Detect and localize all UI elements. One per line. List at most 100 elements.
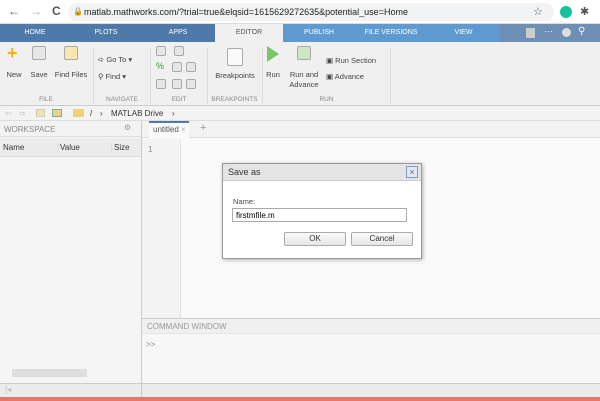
- up-folder-icon[interactable]: [36, 109, 45, 117]
- decrease-indent-icon[interactable]: [186, 79, 196, 89]
- run-advance-label: Run and Advance: [289, 70, 319, 89]
- save-quick-icon[interactable]: [526, 28, 535, 38]
- browse-folder-icon[interactable]: [52, 109, 62, 117]
- goto-button[interactable]: ➪ Go To ▾: [98, 55, 132, 64]
- column-size[interactable]: Size: [111, 143, 130, 152]
- name-label: Name:: [233, 197, 256, 206]
- browser-toolbar: ← → C 🔒 matlab.mathworks.com/?trial=true&…: [0, 0, 600, 24]
- tab-editor[interactable]: EDITOR: [215, 24, 283, 42]
- advance-button[interactable]: ▣ Advance: [326, 72, 364, 81]
- wrap-comments-icon[interactable]: [186, 62, 196, 72]
- url-text: matlab.mathworks.com/?trial=true&elqsid=…: [84, 7, 408, 17]
- column-value[interactable]: Value: [58, 143, 80, 152]
- file-group-label: FILE: [39, 96, 53, 103]
- workspace-panel: WORKSPACE ⚙ Name Value Size: [0, 121, 142, 383]
- run-button[interactable]: Run: [264, 46, 282, 79]
- breakpoints-group-label: BREAKPOINTS: [211, 96, 258, 103]
- column-name[interactable]: Name: [3, 143, 24, 152]
- breakpoints-label: Breakpoints: [215, 71, 255, 80]
- more-icon[interactable]: ···: [544, 26, 553, 36]
- dialog-title: Save as: [228, 167, 261, 177]
- path-matlab-drive[interactable]: MATLAB Drive: [111, 106, 163, 121]
- bookmark-star-icon[interactable]: ☆: [533, 5, 543, 18]
- plus-icon: +: [7, 43, 18, 63]
- percent-comment-icon[interactable]: %: [156, 61, 164, 71]
- path-root[interactable]: /: [90, 106, 92, 121]
- name-input[interactable]: [232, 208, 407, 222]
- tab-apps[interactable]: APPS: [142, 24, 214, 42]
- address-bar[interactable]: 🔒 matlab.mathworks.com/?trial=true&elqsid…: [68, 3, 554, 21]
- folder-icon: [73, 109, 84, 117]
- edit-tools: %: [156, 46, 200, 92]
- back-folder-icon[interactable]: ⇦: [5, 106, 12, 121]
- ribbon-tabs: HOME PLOTS APPS EDITOR PUBLISH FILE VERS…: [0, 24, 600, 42]
- divider: [390, 48, 391, 104]
- path-chevron: ›: [100, 109, 103, 118]
- folder-search-icon: [64, 46, 78, 60]
- line-gutter: 1: [142, 139, 181, 318]
- save-as-dialog: Save as × Name: OK Cancel: [222, 163, 422, 259]
- search-icon[interactable]: ⚲: [578, 26, 585, 37]
- edit-group-label: EDIT: [171, 96, 187, 103]
- cancel-button[interactable]: Cancel: [351, 232, 413, 246]
- close-tab-icon[interactable]: ×: [181, 125, 186, 134]
- tab-file-versions[interactable]: FILE VERSIONS: [355, 24, 427, 42]
- ok-button[interactable]: OK: [284, 232, 346, 246]
- save-button[interactable]: Save: [28, 46, 50, 79]
- path-chevron: ›: [172, 109, 175, 118]
- goto-label: Go To: [106, 55, 127, 64]
- extensions-icon[interactable]: ✱: [580, 5, 589, 18]
- smart-indent-icon[interactable]: [156, 79, 166, 89]
- tab-home[interactable]: HOME: [0, 24, 70, 42]
- breakpoints-icon: [227, 48, 243, 66]
- run-group-label: RUN: [319, 96, 334, 103]
- editor-ribbon: + New Save Find Files FILE ➪ Go To ▾ ⚲ Fi…: [0, 42, 600, 106]
- advance-label: Advance: [334, 72, 364, 81]
- forward-folder-icon[interactable]: ⇨: [19, 106, 26, 121]
- find-files-button[interactable]: Find Files: [53, 46, 89, 79]
- run-section-button[interactable]: ▣ Run Section: [326, 56, 376, 65]
- bottom-strip: [0, 397, 600, 401]
- command-prompt[interactable]: >>: [146, 340, 155, 349]
- save-icon: [32, 46, 46, 60]
- tab-plots[interactable]: PLOTS: [70, 24, 142, 42]
- indent-icon[interactable]: [174, 46, 184, 56]
- dialog-header: Save as ×: [223, 164, 421, 181]
- status-bar: |◂: [0, 383, 600, 398]
- save-label: Save: [30, 70, 48, 79]
- new-tab-button[interactable]: +: [200, 122, 206, 134]
- horizontal-scrollbar[interactable]: [2, 368, 138, 378]
- run-play-icon: [267, 46, 279, 62]
- run-and-advance-button[interactable]: Run and Advance: [286, 46, 322, 90]
- help-icon[interactable]: [562, 28, 571, 37]
- collapse-icon[interactable]: |◂: [5, 385, 11, 394]
- find-label: Find: [105, 72, 121, 81]
- dialog-close-button[interactable]: ×: [406, 166, 418, 178]
- find-button[interactable]: ⚲ Find ▾: [98, 72, 126, 81]
- run-advance-icon: [297, 46, 311, 60]
- forward-button[interactable]: →: [30, 4, 42, 18]
- tab-publish[interactable]: PUBLISH: [283, 24, 355, 42]
- tab-view[interactable]: VIEW: [427, 24, 500, 42]
- back-button[interactable]: ←: [8, 4, 20, 18]
- gear-icon[interactable]: ⚙: [124, 123, 131, 132]
- new-button[interactable]: + New: [3, 43, 25, 79]
- breakpoints-button[interactable]: Breakpoints: [210, 48, 260, 80]
- run-section-label: Run Section: [335, 56, 377, 65]
- reload-button[interactable]: C: [52, 4, 61, 18]
- uncomment-icon[interactable]: [172, 62, 182, 72]
- increase-indent-icon[interactable]: [172, 79, 182, 89]
- run-label: Run: [266, 70, 280, 79]
- comment-icon[interactable]: [156, 46, 166, 56]
- lock-icon: 🔒: [73, 7, 83, 16]
- workspace-title: WORKSPACE: [4, 125, 56, 134]
- find-files-label: Find Files: [54, 70, 88, 79]
- grammarly-extension-icon[interactable]: [560, 6, 572, 18]
- tab-untitled[interactable]: untitled ×: [149, 121, 189, 138]
- line-number: 1: [148, 145, 153, 154]
- navigate-group-label: NAVIGATE: [106, 96, 138, 103]
- scrollbar-thumb[interactable]: [12, 369, 87, 377]
- tab-label: untitled: [153, 125, 179, 134]
- command-window-title: COMMAND WINDOW: [147, 322, 227, 331]
- command-window: COMMAND WINDOW >>: [142, 318, 600, 383]
